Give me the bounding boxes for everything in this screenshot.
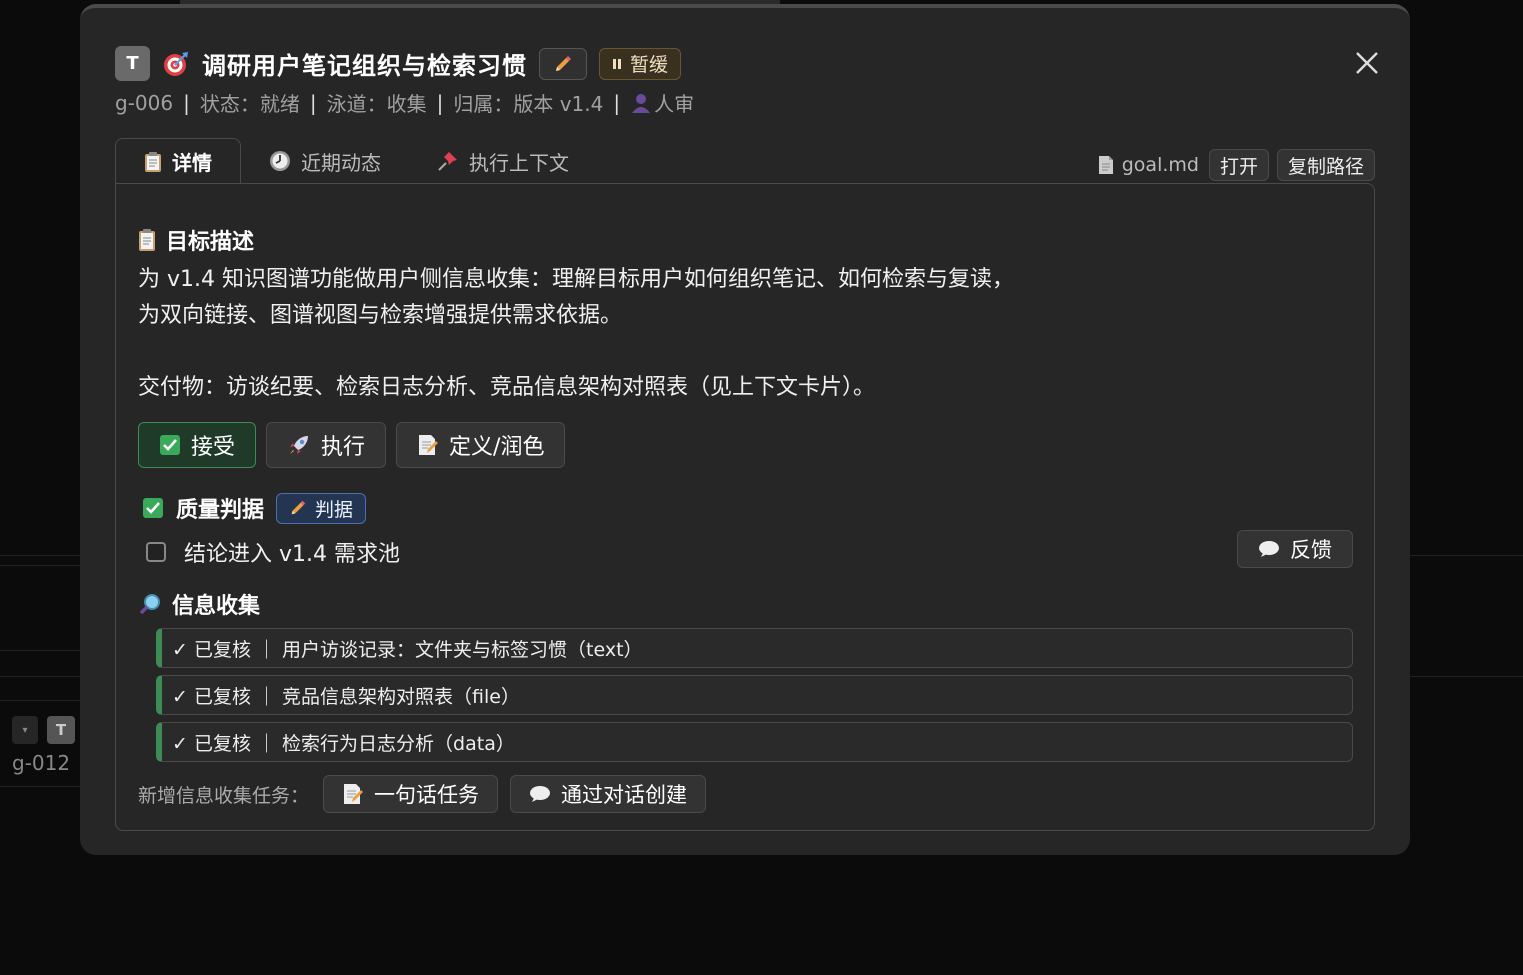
rocket-icon: [287, 433, 311, 457]
check-box-icon: [142, 497, 164, 519]
meta-separator: |: [436, 90, 444, 115]
file-toolbar: goal.md 打开 复制路径: [1098, 149, 1375, 181]
dialog-create-label: 通过对话创建: [561, 783, 688, 807]
speech-bubble-icon: [1258, 540, 1280, 558]
accept-button[interactable]: 接受: [138, 422, 257, 468]
clipboard-icon: [138, 228, 156, 252]
status-badge-label: 暂缓: [630, 54, 669, 76]
close-icon: [1354, 50, 1380, 76]
tab-label: 近期动态: [301, 150, 381, 175]
new-task-label: 新增信息收集任务：: [138, 784, 310, 807]
goal-detail-modal: T 调研用户笔记组织与检索习惯 暂缓 g-006 | 状态：就绪 | 泳道：收集…: [80, 4, 1410, 855]
background-divider: [1410, 676, 1523, 677]
description-heading-label: 目标描述: [166, 230, 255, 255]
goal-belongs: 归属：版本 v1.4: [453, 92, 604, 116]
tab-execution-context[interactable]: 执行上下文: [409, 138, 597, 184]
background-row-id[interactable]: g-012: [12, 751, 70, 775]
copy-path-button[interactable]: 复制路径: [1276, 149, 1375, 181]
meta-separator: |: [309, 90, 317, 115]
tab-recent-activity[interactable]: 近期动态: [241, 138, 409, 184]
background-divider: [0, 565, 82, 566]
accept-label: 接受: [191, 435, 236, 460]
list-item[interactable]: ✓ 已复核 ｜ 用户访谈记录：文件夹与标签习惯（text）: [156, 628, 1353, 668]
description-heading: 目标描述: [138, 224, 254, 256]
details-panel: 目标描述 为 v1.4 知识图谱功能做用户侧信息收集：理解目标用户如何组织笔记、…: [115, 183, 1375, 831]
background-divider: [0, 555, 82, 556]
goal-description: 为 v1.4 知识图谱功能做用户侧信息收集：理解目标用户如何组织笔记、如何检索与…: [138, 267, 1014, 400]
criterion-checkbox[interactable]: [146, 542, 166, 562]
verdict-button[interactable]: 判据: [276, 492, 367, 524]
pause-icon: [612, 58, 622, 70]
tab-bar: 详情 近期动态 执行上下文: [115, 138, 597, 184]
edit-title-button[interactable]: [539, 47, 587, 80]
pushpin-icon: [437, 150, 459, 172]
list-item[interactable]: ✓ 已复核 ｜ 竞品信息架构对照表（file）: [156, 675, 1353, 715]
info-collection-list: ✓ 已复核 ｜ 用户访谈记录：文件夹与标签习惯（text） ✓ 已复核 ｜ 竞品…: [156, 628, 1353, 769]
memo-icon: [417, 433, 439, 457]
one-liner-label: 一句话任务: [374, 783, 480, 807]
status-badge[interactable]: 暂缓: [599, 47, 682, 80]
pencil-icon: [289, 499, 307, 517]
page-title: 调研用户笔记组织与检索习惯: [202, 52, 527, 80]
speech-bubble-icon: [529, 785, 551, 803]
open-file-button[interactable]: 打开: [1208, 149, 1269, 181]
info-collection-heading: 信息收集: [138, 588, 260, 620]
background-divider: [0, 700, 82, 701]
tab-label: 执行上下文: [469, 150, 569, 175]
memo-icon: [342, 782, 364, 806]
feedback-label: 反馈: [1290, 538, 1332, 562]
meta-separator: |: [183, 90, 190, 115]
close-button[interactable]: [1354, 50, 1380, 76]
verdict-label: 判据: [315, 498, 354, 521]
one-liner-task-button[interactable]: 一句话任务: [323, 775, 499, 813]
list-item[interactable]: ✓ 已复核 ｜ 检索行为日志分析（data）: [156, 722, 1353, 762]
tab-label: 详情: [172, 151, 212, 175]
tab-details[interactable]: 详情: [115, 138, 241, 184]
define-label: 定义/润色: [449, 435, 545, 460]
feedback-button[interactable]: 反馈: [1237, 530, 1353, 568]
criterion-row: 结论进入 v1.4 需求池: [146, 536, 400, 568]
pencil-icon: [553, 54, 573, 74]
info-heading-label: 信息收集: [172, 594, 261, 619]
create-via-dialog-button[interactable]: 通过对话创建: [510, 775, 707, 813]
define-polish-button[interactable]: 定义/润色: [396, 422, 566, 468]
criterion-label: 结论进入 v1.4 需求池: [184, 542, 400, 567]
type-badge: T: [115, 46, 150, 81]
person-icon: [630, 92, 652, 114]
magnifier-icon: [138, 592, 162, 616]
reviewer: 人审: [630, 88, 694, 117]
execute-button[interactable]: 执行: [266, 422, 387, 468]
background-divider: [0, 676, 82, 677]
background-divider: [0, 650, 82, 651]
file-name-label: goal.md: [1121, 154, 1199, 176]
check-box-icon: [159, 434, 181, 456]
quality-criteria-heading: 质量判据 判据: [142, 492, 367, 524]
execute-label: 执行: [321, 435, 366, 460]
background-expand-button[interactable]: ▾: [12, 716, 38, 744]
background-divider: [0, 786, 82, 787]
clipboard-icon: [144, 151, 162, 173]
action-buttons: 接受 执行 定义/润色: [138, 422, 566, 468]
modal-header: T 调研用户笔记组织与检索习惯 暂缓: [115, 46, 682, 81]
reviewer-label: 人审: [654, 92, 695, 116]
background-type-badge: T: [47, 716, 75, 744]
file-name: goal.md: [1098, 154, 1199, 176]
background-divider: [1410, 555, 1523, 556]
document-icon: [1098, 155, 1114, 175]
goal-id: g-006: [115, 90, 174, 115]
target-icon: [162, 50, 190, 78]
clock-icon: [269, 150, 291, 172]
goal-lane: 泳道：收集: [326, 92, 427, 116]
quality-heading-label: 质量判据: [176, 498, 265, 523]
meta-separator: |: [613, 90, 621, 115]
goal-state: 状态：就绪: [199, 92, 300, 116]
meta-line: g-006 | 状态：就绪 | 泳道：收集 | 归属：版本 v1.4 | 人审: [115, 88, 694, 117]
new-info-task-row: 新增信息收集任务： 一句话任务 通过对话创建: [138, 775, 707, 813]
